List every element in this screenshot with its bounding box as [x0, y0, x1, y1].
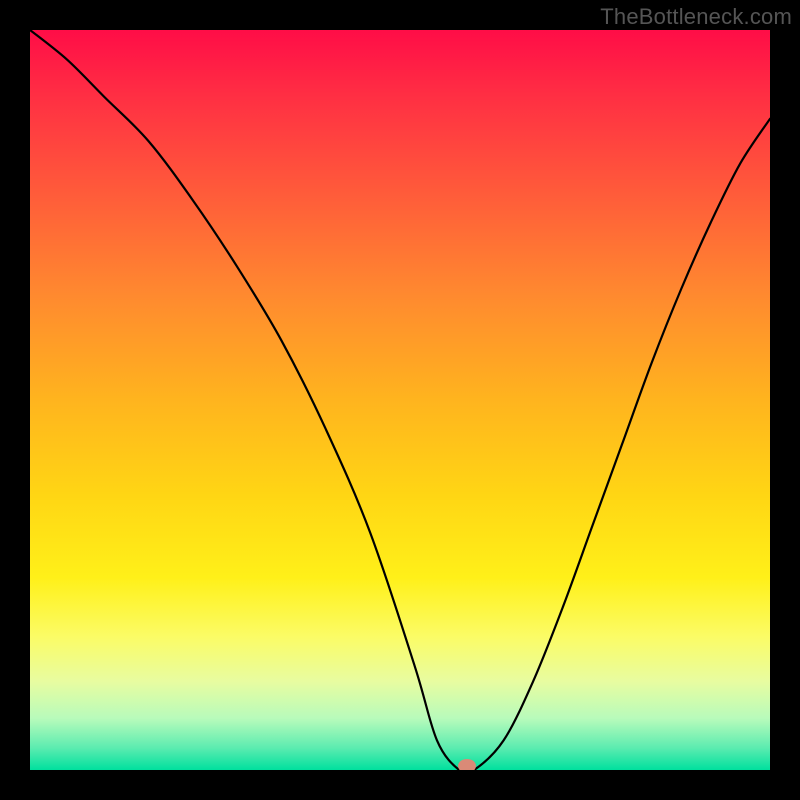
- optimal-marker: [458, 759, 476, 770]
- bottleneck-curve: [30, 30, 770, 770]
- chart-container: TheBottleneck.com: [0, 0, 800, 800]
- watermark-text: TheBottleneck.com: [600, 4, 792, 30]
- curve-svg: [30, 30, 770, 770]
- plot-area: [30, 30, 770, 770]
